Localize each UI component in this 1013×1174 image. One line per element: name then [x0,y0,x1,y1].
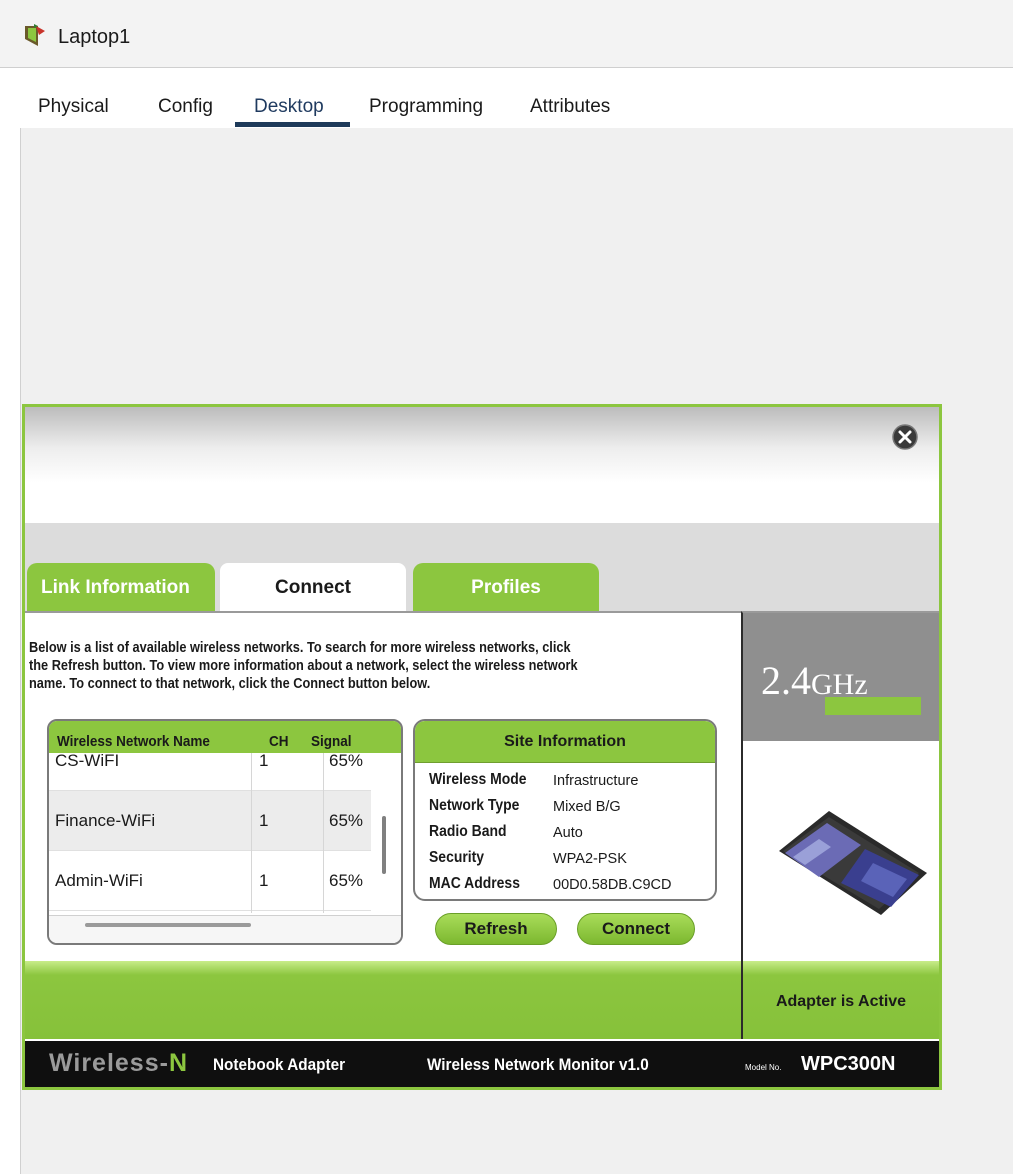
tab-programming[interactable]: Programming [369,96,483,118]
mac-address-label: MAC Address [429,875,520,892]
product-name: Notebook Adapter [213,1055,346,1074]
network-channel: 1 [259,871,269,890]
wireless-n-logo: Wireless-N [49,1049,188,1078]
network-channel: 1 [259,751,269,770]
band-badge: 2.4GHz [743,613,939,741]
active-tab-indicator [235,122,350,127]
network-name: CS-WiFI [55,751,120,770]
monitor-version: Wireless Network Monitor v1.0 [427,1055,649,1074]
model-number: WPC300N [801,1053,896,1075]
network-signal: 65% [329,871,364,890]
adapter-side-panel: 2.4GHz [741,611,939,961]
wireless-mode-value: Infrastructure [553,773,639,789]
band-frequency-unit: GHz [811,668,868,701]
intro-line-2c: button. To view more information about a… [99,658,578,674]
monitor-tab-connect[interactable]: Connect [218,561,408,613]
wireless-monitor-window: Link Information Profiles Connect Below … [22,404,942,1090]
monitor-footer: Wireless-N Notebook Adapter Wireless Net… [25,1041,939,1087]
network-type-label: Network Type [429,797,520,814]
site-information-header: Site Information [415,721,715,763]
network-name: Finance-WiFi [55,811,156,830]
header-signal[interactable]: Signal [311,733,352,750]
mac-address-value: 00D0.58DB.C9CD [553,877,672,893]
column-divider [251,753,252,913]
notebook-adapter-card-image [779,811,927,915]
intro-line-2a: the [29,658,52,674]
tab-config[interactable]: Config [158,96,213,118]
vertical-scrollbar[interactable] [382,816,386,874]
monitor-tab-link-information[interactable]: Link Information [27,563,215,613]
wireless-n-logo-text: Wireless- [49,1049,169,1077]
tab-physical[interactable]: Physical [38,96,109,118]
network-name: Admin-WiFi [55,871,143,890]
model-number-label: Model No. [745,1063,782,1072]
radio-band-label: Radio Band [429,823,507,840]
column-divider [323,753,324,913]
intro-line-3c: button below. [344,676,431,692]
header-network-name[interactable]: Wireless Network Name [57,733,210,750]
tab-desktop[interactable]: Desktop [254,96,324,118]
radio-band-value: Auto [553,825,583,841]
network-signal: 65% [329,811,364,830]
header-channel[interactable]: CH [269,733,289,750]
horizontal-scrollbar[interactable] [85,923,251,927]
close-icon[interactable] [891,423,919,451]
refresh-button[interactable]: Refresh [435,913,557,945]
wireless-n-logo-letter: N [168,1049,188,1077]
monitor-header [25,407,939,523]
monitor-tab-profiles[interactable]: Profiles [413,563,599,613]
tab-attributes[interactable]: Attributes [530,96,610,118]
wireless-mode-label: Wireless Mode [429,771,527,788]
window-title: Laptop1 [58,26,131,48]
network-signal: 65% [329,751,364,770]
horizontal-scroll-track [49,915,401,943]
band-frequency-number: 2.4 [761,658,811,703]
intro-connect-word: Connect [293,676,345,692]
network-list-header: Wireless Network Name CH Signal [49,721,401,753]
adapter-status-text: Adapter is Active [775,993,907,1010]
network-list: Wireless Network Name CH Signal CS-WiFI … [47,719,403,945]
security-label: Security [429,849,485,866]
band-frequency: 2.4GHz [761,657,868,704]
intro-refresh-word: Refresh [51,658,100,674]
site-information-panel: Site Information Wireless Mode Infrastru… [413,719,717,901]
intro-line-1: Below is a list of available wireless ne… [29,640,571,656]
network-channel: 1 [259,811,269,830]
security-value: WPA2-PSK [553,851,627,867]
connect-button[interactable]: Connect [577,913,695,945]
network-type-value: Mixed B/G [553,799,621,815]
window-titlebar: Laptop1 [0,0,1013,68]
connect-instructions: Below is a list of available wireless ne… [29,639,724,693]
intro-line-3a: name. To connect to that network, click … [29,676,294,692]
site-information-title: Site Information [504,733,626,750]
laptop-app-icon [25,24,45,46]
